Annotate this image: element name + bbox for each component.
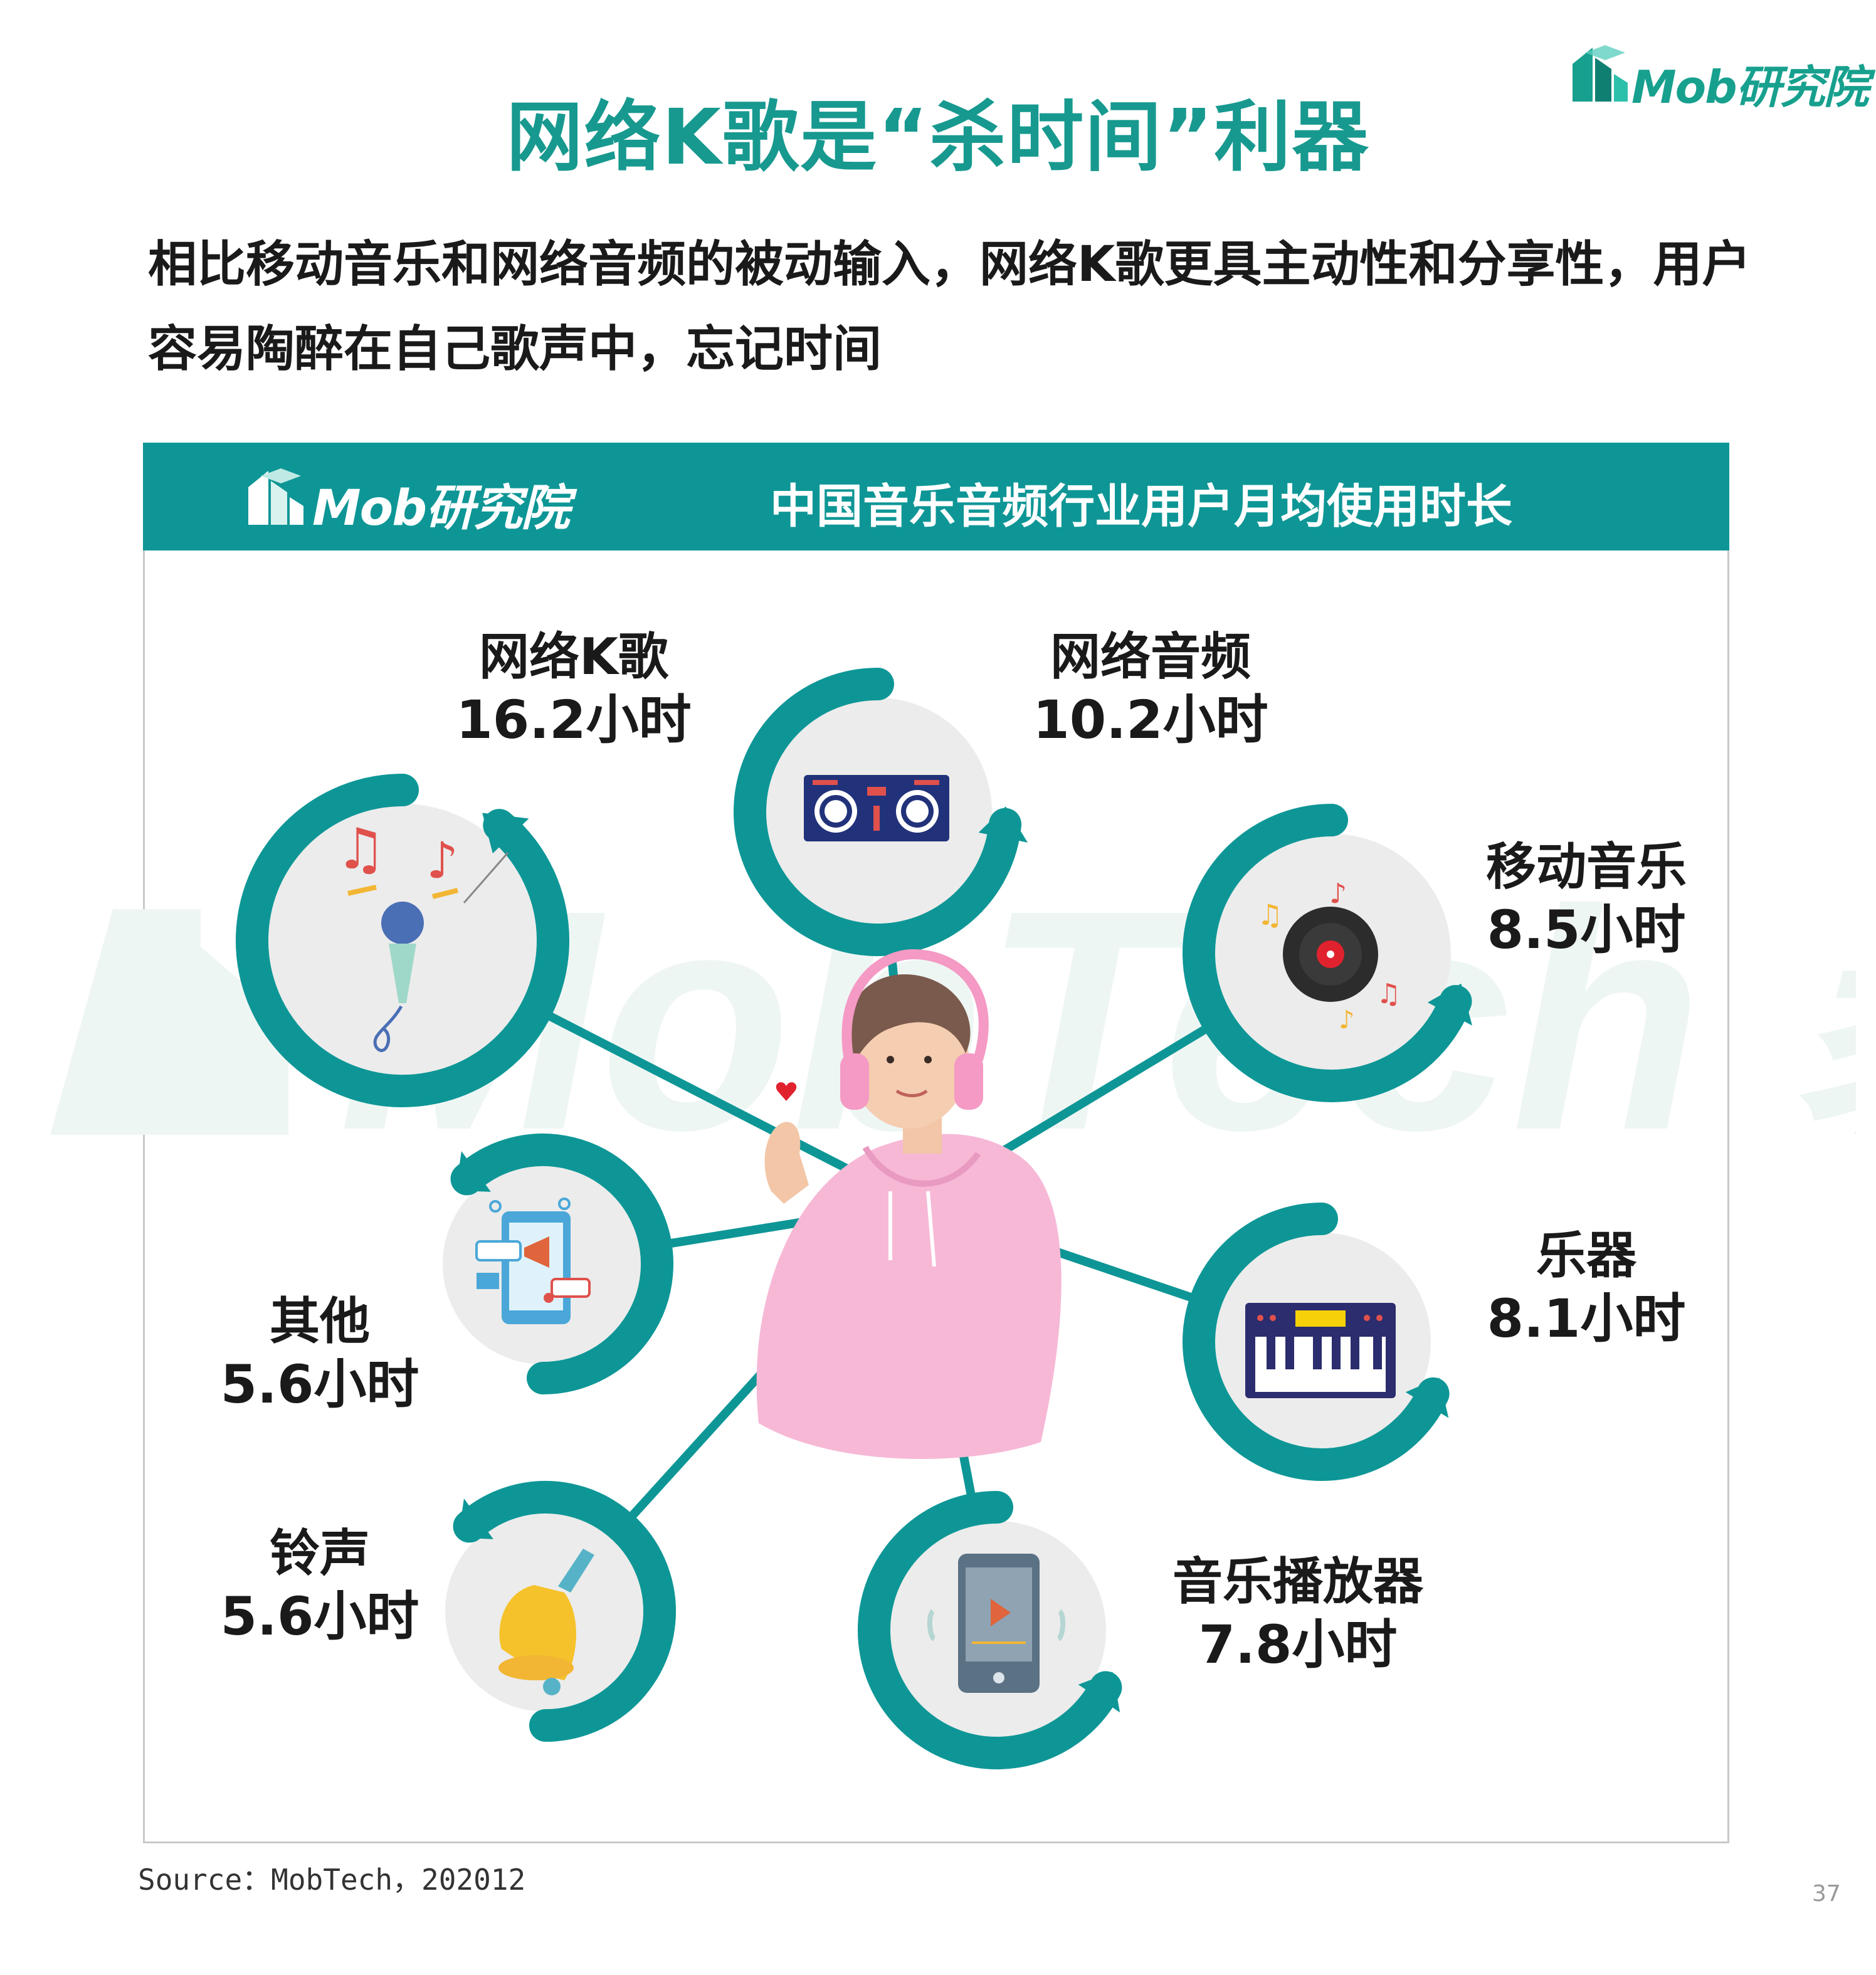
keyboard-instrument-icon	[1245, 1303, 1396, 1398]
svg-text:♫: ♫	[1376, 978, 1401, 1010]
category-name: 其他	[270, 1292, 370, 1351]
node-label-ringtone: 铃声 5.6小时	[201, 1524, 439, 1649]
svg-text:♪: ♪	[1329, 878, 1347, 910]
category-value: 10.2小时	[1033, 689, 1268, 750]
node-label-instrument: 乐器 8.1小时	[1467, 1226, 1705, 1351]
category-value: 7.8小时	[1198, 1614, 1398, 1675]
svg-text:♫: ♫	[335, 816, 386, 882]
node-label-audio: 网络音频 10.2小时	[1016, 627, 1285, 752]
source-note: Source：MobTech，202012	[138, 1863, 526, 1897]
svg-text:♪: ♪	[1339, 1006, 1355, 1035]
category-name: 音乐播放器	[1172, 1552, 1423, 1611]
page-number: 37	[1812, 1881, 1841, 1907]
category-name: 铃声	[270, 1524, 370, 1583]
category-name: 网络音频	[1050, 628, 1251, 686]
node-label-other: 其他 5.6小时	[201, 1292, 439, 1417]
node-label-karaoke: 网络K歌 16.2小时	[439, 627, 709, 752]
category-value: 5.6小时	[220, 1354, 419, 1415]
category-name: 网络K歌	[479, 628, 668, 686]
dj-mixer-icon	[804, 775, 949, 841]
node-label-player: 音乐播放器 7.8小时	[1147, 1552, 1448, 1677]
svg-text:♫: ♫	[1257, 898, 1283, 932]
headphone-person-illustration	[756, 949, 1062, 1460]
svg-text:♪: ♪	[426, 831, 458, 890]
chart-area: ♫ ♪ ♫ ♪ ♫ ♪	[236, 668, 1472, 1769]
category-value: 8.1小时	[1487, 1288, 1686, 1349]
category-name: 移动音乐	[1486, 838, 1687, 896]
category-name: 乐器	[1536, 1226, 1636, 1285]
node-label-mobile-music: 移动音乐 8.5小时	[1455, 837, 1718, 962]
category-value: 5.6小时	[220, 1586, 419, 1647]
heart-icon	[776, 1082, 797, 1101]
category-value: 8.5小时	[1487, 899, 1686, 961]
category-value: 16.2小时	[456, 689, 692, 750]
